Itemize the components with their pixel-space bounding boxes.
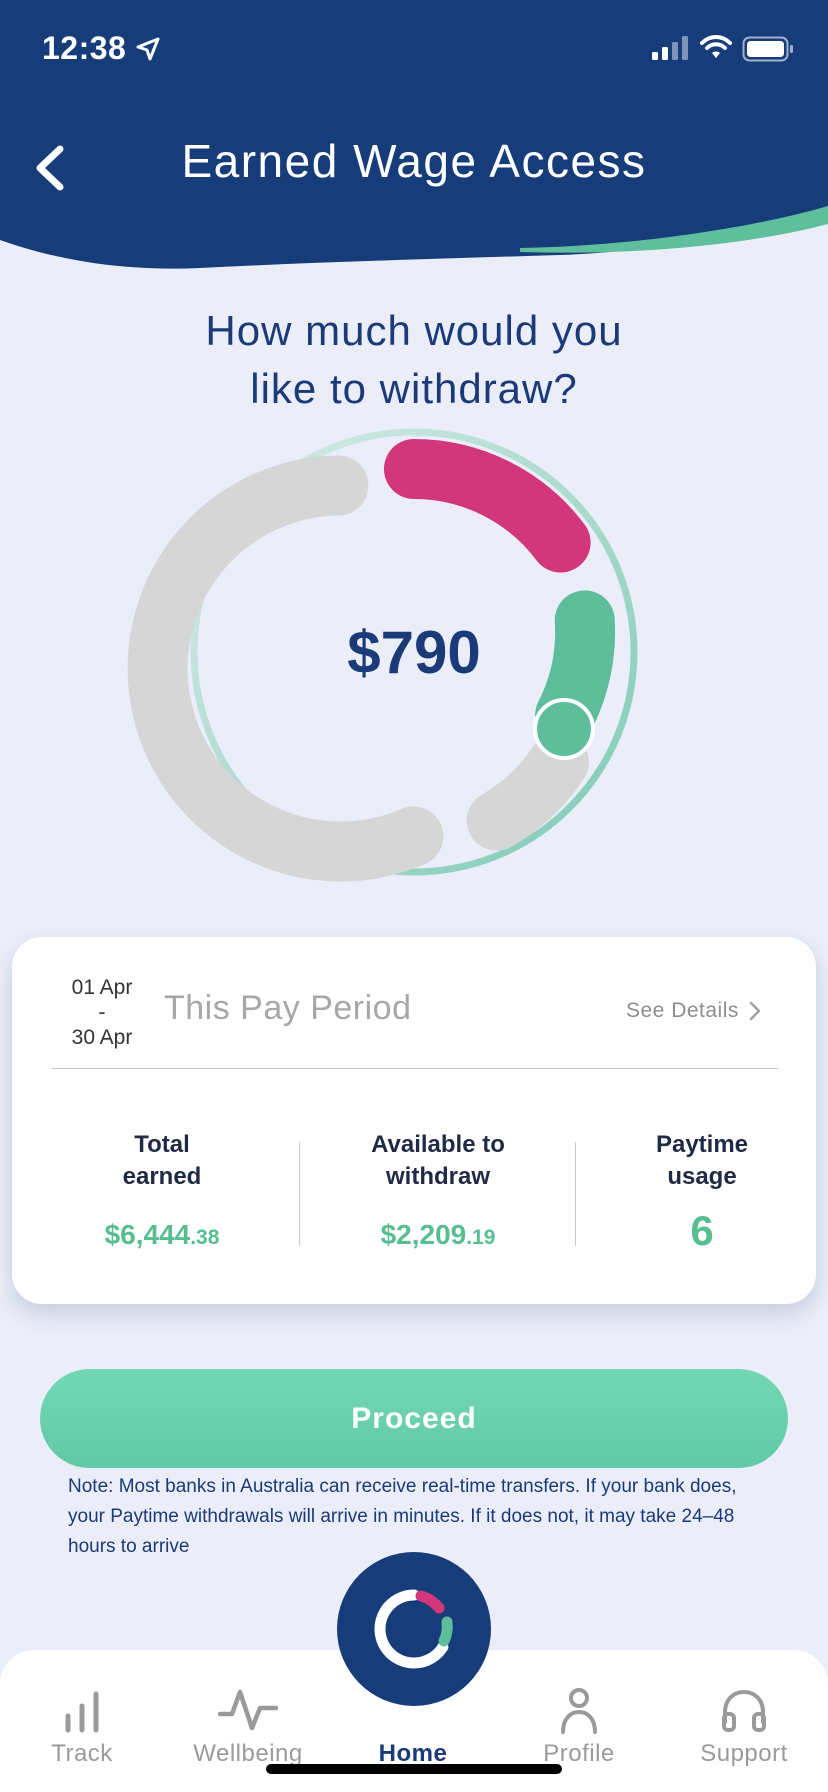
proceed-button[interactable]: Proceed xyxy=(40,1369,788,1468)
tab-label: Support xyxy=(700,1740,788,1767)
stat-value-cents: .38 xyxy=(190,1226,220,1249)
cellular-signal-icon xyxy=(652,36,688,60)
chevron-right-icon xyxy=(749,1001,761,1021)
stat-value-main: 6 xyxy=(690,1207,714,1254)
headphones-icon xyxy=(722,1689,766,1732)
stat-label-line: usage xyxy=(667,1163,737,1190)
stat-available-to-withdraw: Available to withdraw $2,209.19 xyxy=(312,1129,564,1251)
gauge-pink-segment xyxy=(384,439,591,573)
period-date-separator: - xyxy=(98,1001,106,1024)
tab-support[interactable]: Support xyxy=(674,1678,814,1768)
status-bar: 12:38 xyxy=(0,0,828,100)
location-arrow-icon xyxy=(136,37,160,61)
stat-label: Total earned xyxy=(62,1129,262,1193)
question-line-1: How much would you xyxy=(205,307,623,354)
gauge-slider-handle[interactable] xyxy=(533,698,595,760)
stat-label-line: Total xyxy=(134,1131,190,1158)
stat-total-earned: Total earned $6,444.38 xyxy=(62,1129,262,1251)
stat-label-line: withdraw xyxy=(385,1163,490,1190)
stat-label: Available to withdraw xyxy=(312,1129,564,1193)
withdraw-amount-value: $790 xyxy=(347,619,481,686)
header: 12:38 Earned Wage Access xyxy=(0,0,828,280)
home-logo-icon xyxy=(374,1589,453,1669)
wifi-icon xyxy=(700,35,732,58)
stat-label-line: Available to xyxy=(371,1131,505,1158)
stat-value-main: $2,209 xyxy=(380,1219,467,1250)
stat-label-line: Paytime xyxy=(655,1131,749,1158)
tab-wellbeing[interactable]: Wellbeing xyxy=(178,1678,318,1768)
bar-chart-icon xyxy=(65,1691,99,1733)
home-fab-button[interactable] xyxy=(337,1552,491,1706)
pay-period-dates: 01 Apr - 30 Apr xyxy=(52,975,152,1050)
stat-value: $6,444.38 xyxy=(62,1219,262,1251)
page-title: Earned Wage Access xyxy=(181,135,647,187)
person-icon xyxy=(561,1688,597,1734)
gauge-track-right xyxy=(466,731,589,851)
pay-period-card: 01 Apr - 30 Apr This Pay Period See Deta… xyxy=(12,937,816,1304)
status-time: 12:38 xyxy=(42,30,127,66)
see-details-label: See Details xyxy=(626,999,739,1022)
stat-value: $2,209.19 xyxy=(312,1219,564,1251)
battery-icon xyxy=(742,36,793,62)
tab-profile[interactable]: Profile xyxy=(509,1678,649,1768)
pulse-icon xyxy=(218,1689,278,1731)
stat-paytime-usage: Paytime usage 6 xyxy=(602,1129,802,1255)
stat-label-line: earned xyxy=(122,1163,202,1190)
period-start-date: 01 Apr xyxy=(71,976,133,999)
card-divider xyxy=(52,1068,778,1069)
stat-divider xyxy=(575,1142,576,1246)
stat-value-main: $6,444 xyxy=(104,1219,191,1250)
stat-label: Paytime usage xyxy=(602,1129,802,1193)
stat-value: 6 xyxy=(602,1207,802,1255)
stat-value-cents: .19 xyxy=(466,1226,496,1249)
stat-divider xyxy=(299,1142,300,1246)
see-details-link[interactable]: See Details xyxy=(626,999,761,1023)
tab-label: Track xyxy=(51,1740,113,1767)
period-end-date: 30 Apr xyxy=(71,1026,133,1049)
tab-track[interactable]: Track xyxy=(12,1678,152,1768)
pay-period-label: This Pay Period xyxy=(164,989,412,1027)
withdraw-amount-gauge[interactable]: $790 xyxy=(0,400,828,900)
home-indicator xyxy=(266,1764,562,1774)
